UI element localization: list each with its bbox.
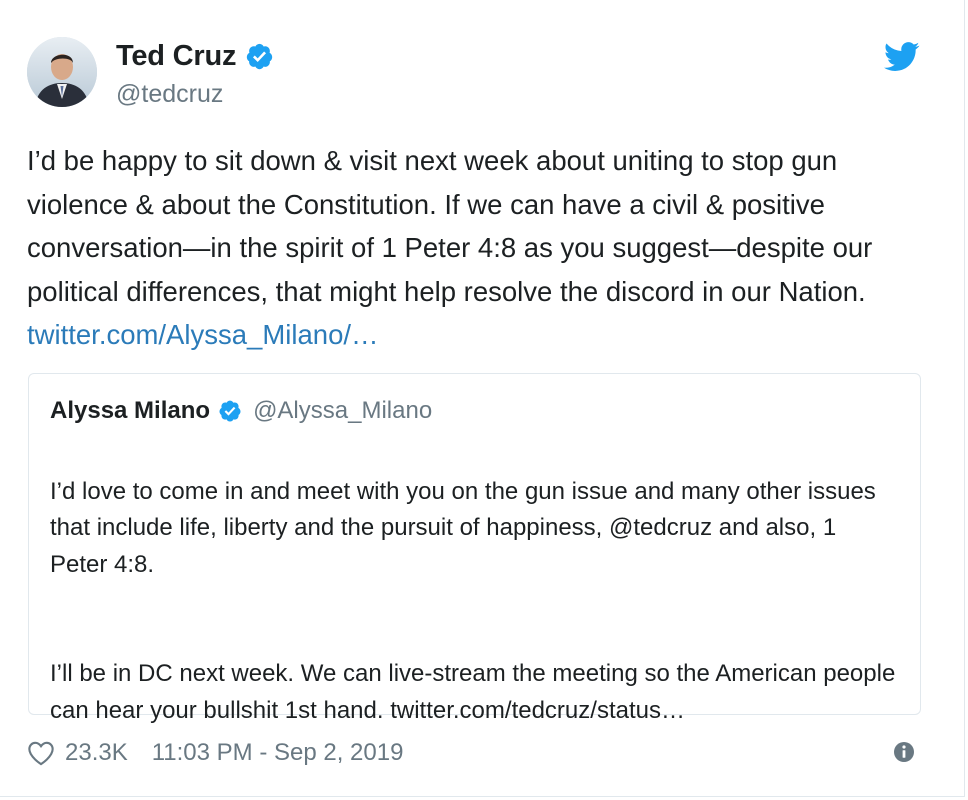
quoted-tweet-header: Alyssa Milano @Alyssa_Milano bbox=[50, 396, 432, 426]
tweet-text: I’d be happy to sit down & visit next we… bbox=[27, 145, 880, 307]
quoted-author-name[interactable]: Alyssa Milano bbox=[50, 397, 210, 425]
verified-badge-icon bbox=[219, 400, 241, 422]
author-handle[interactable]: @tedcruz bbox=[116, 80, 223, 109]
quoted-author-handle[interactable]: @Alyssa_Milano bbox=[253, 397, 432, 425]
heart-icon[interactable] bbox=[27, 740, 55, 766]
quoted-paragraph-1: I’d love to come in and meet with you on… bbox=[50, 477, 876, 578]
verified-badge-icon bbox=[247, 43, 273, 69]
quoted-paragraph-2: I’ll be in DC next week. We can live-str… bbox=[50, 660, 896, 724]
quoted-tweet-text: I’d love to come in and meet with you on… bbox=[50, 437, 900, 766]
author-avatar[interactable] bbox=[27, 37, 97, 107]
tweet-footer: 23.3K 11:03 PM - Sep 2, 2019 bbox=[27, 736, 403, 770]
avatar-image bbox=[27, 37, 97, 107]
tweet-link[interactable]: twitter.com/Alyssa_Milano/… bbox=[27, 319, 379, 350]
tweet-card: Ted Cruz @tedcruz I’d be happy to sit do… bbox=[0, 0, 965, 797]
timestamp[interactable]: 11:03 PM - Sep 2, 2019 bbox=[152, 739, 404, 767]
like-count[interactable]: 23.3K bbox=[65, 739, 128, 767]
author-name[interactable]: Ted Cruz bbox=[116, 40, 237, 73]
quoted-tweet[interactable]: Alyssa Milano @Alyssa_Milano I’d love to… bbox=[28, 373, 921, 724]
twitter-bird-icon[interactable] bbox=[884, 42, 920, 72]
info-icon[interactable] bbox=[893, 741, 915, 763]
tweet-body: I’d be happy to sit down & visit next we… bbox=[27, 139, 937, 357]
author-name-row[interactable]: Ted Cruz bbox=[116, 38, 274, 74]
